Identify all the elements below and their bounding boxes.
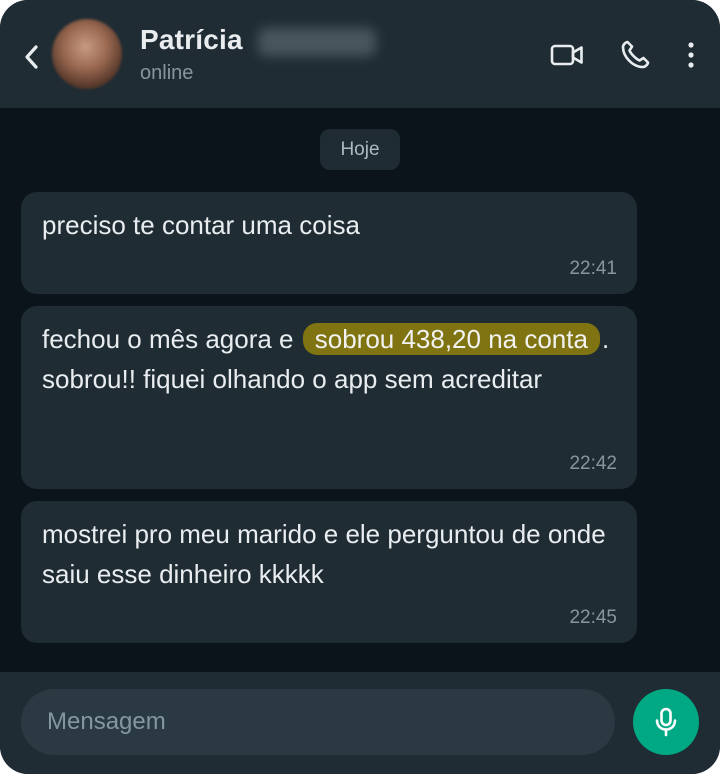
message-input[interactable]: Mensagem [21, 689, 615, 755]
message-text: fechou o mês agora e sobrou 438,20 na co… [42, 319, 617, 399]
message-time: 22:45 [569, 607, 617, 628]
message-text-before: fechou o mês agora e [42, 324, 294, 354]
date-separator: Hoje [320, 129, 400, 170]
microphone-icon [655, 707, 677, 737]
mic-button[interactable] [633, 689, 699, 755]
message-time: 22:42 [569, 453, 617, 474]
message-list[interactable]: Hoje preciso te contar uma coisa 22:41 f… [0, 108, 720, 672]
avatar[interactable] [52, 19, 122, 89]
voice-call-button[interactable] [616, 36, 654, 74]
message-text: mostrei pro meu marido e ele perguntou d… [42, 519, 606, 589]
message-bubble[interactable]: fechou o mês agora e sobrou 438,20 na co… [21, 306, 637, 489]
video-camera-icon [550, 44, 583, 66]
message-bubble[interactable]: preciso te contar uma coisa 22:41 [21, 192, 637, 294]
contact-status: online [140, 62, 194, 84]
message-time: 22:41 [569, 258, 617, 279]
chevron-left-icon [25, 45, 38, 69]
redacted-surname [258, 28, 376, 56]
more-vertical-icon [688, 42, 694, 68]
chat-header: Patrícia online [0, 0, 720, 108]
composer-bar: Mensagem [0, 672, 720, 774]
back-button[interactable] [18, 40, 44, 74]
highlighted-text: sobrou 438,20 na conta [302, 323, 600, 355]
menu-button[interactable] [680, 36, 702, 74]
message-text: preciso te contar uma coisa [42, 210, 360, 240]
phone-icon [621, 40, 650, 69]
chat-screen: Patrícia online Hoje preciso te contar u… [0, 0, 720, 774]
message-bubble[interactable]: mostrei pro meu marido e ele perguntou d… [21, 501, 637, 643]
contact-name[interactable]: Patrícia [140, 24, 243, 56]
video-call-button[interactable] [548, 36, 586, 74]
